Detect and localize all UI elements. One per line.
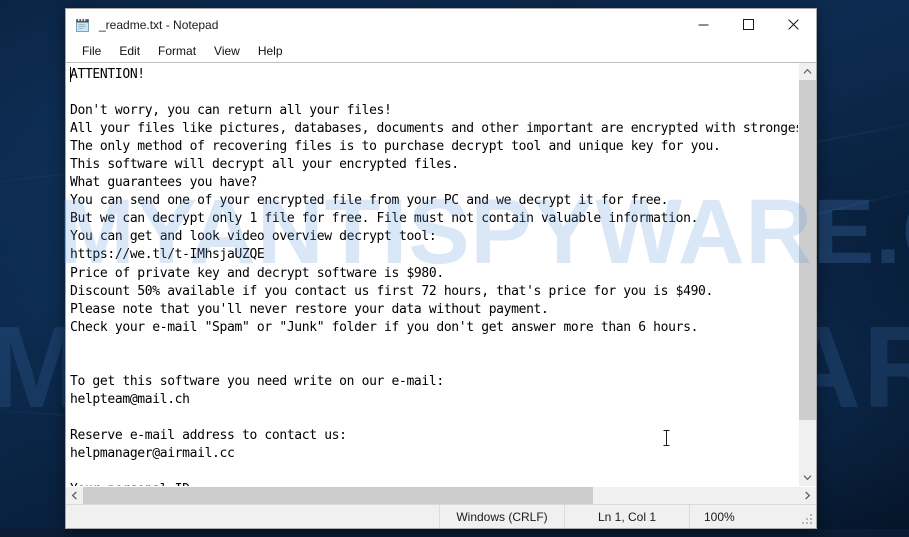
document-text: ATTENTION! Don't worry, you can return a… [70,67,798,486]
desktop-background: MYANTISPYWARE.COM _readme.txt - Notepad [0,0,909,537]
window-titlebar[interactable]: _readme.txt - Notepad [66,9,816,40]
text-caret [70,67,71,82]
editor-area: ATTENTION! Don't worry, you can return a… [66,62,816,504]
menu-bar: File Edit Format View Help [66,40,816,62]
window-title: _readme.txt - Notepad [99,17,219,32]
maximize-icon [743,19,754,30]
horizontal-scrollbar-thumb[interactable] [83,487,593,504]
scroll-down-button[interactable] [799,469,816,486]
close-icon [788,19,799,30]
status-spacer [66,505,440,528]
menu-item-format[interactable]: Format [149,42,205,61]
horizontal-scrollbar[interactable] [66,486,816,504]
notepad-icon [75,17,91,33]
chevron-up-icon [803,68,812,74]
status-zoom-level[interactable]: 100% [690,505,816,528]
menu-item-help[interactable]: Help [249,42,292,61]
chevron-right-icon [805,491,811,500]
minimize-icon [698,24,709,26]
close-button[interactable] [771,9,816,40]
scroll-right-button[interactable] [799,487,816,504]
vertical-scrollbar[interactable] [798,63,816,486]
notepad-window: _readme.txt - Notepad File Edit Format V… [65,8,817,529]
menu-item-view[interactable]: View [205,42,249,61]
menu-item-edit[interactable]: Edit [110,42,149,61]
vertical-scrollbar-thumb[interactable] [799,80,816,420]
text-editor[interactable]: ATTENTION! Don't worry, you can return a… [66,63,798,486]
chevron-down-icon [803,475,812,481]
status-line-ending[interactable]: Windows (CRLF) [440,505,565,528]
menu-item-file[interactable]: File [73,42,110,61]
status-bar: Windows (CRLF) Ln 1, Col 1 100% [66,504,816,528]
chevron-left-icon [71,491,77,500]
taskbar [0,529,909,537]
maximize-button[interactable] [726,9,771,40]
scroll-left-button[interactable] [66,487,83,504]
status-caret-position[interactable]: Ln 1, Col 1 [565,505,690,528]
minimize-button[interactable] [681,9,726,40]
scroll-up-button[interactable] [799,63,816,80]
